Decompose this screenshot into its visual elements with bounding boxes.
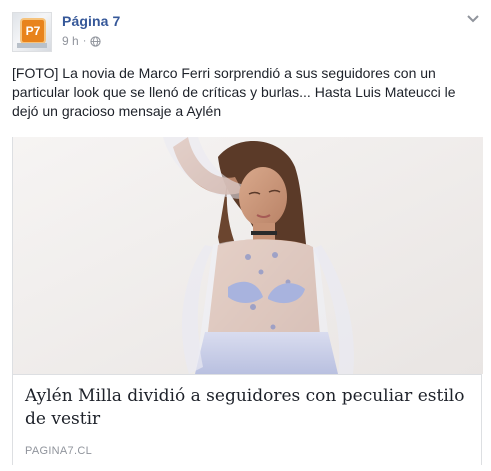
link-preview-image[interactable] — [13, 137, 483, 374]
meta-separator: · — [82, 35, 87, 47]
post-message: [FOTO] La novia de Marco Ferri sorprendi… — [12, 65, 456, 119]
page-avatar[interactable]: P7 — [12, 12, 52, 52]
page-name-link[interactable]: Página 7 — [62, 13, 120, 29]
chevron-down-icon[interactable] — [466, 14, 480, 24]
globe-icon[interactable] — [90, 35, 101, 47]
page-logo: P7 — [22, 20, 44, 42]
link-title[interactable]: Aylén Milla dividió a seguidores con pec… — [25, 385, 471, 431]
facebook-post: P7 Página 7 9 h · [FOTO] La novia de Mar… — [0, 0, 491, 471]
link-preview-card[interactable]: Aylén Milla dividió a seguidores con pec… — [12, 137, 483, 466]
post-timestamp[interactable]: 9 h — [62, 34, 79, 48]
woman-photo — [13, 137, 483, 374]
link-preview-info[interactable]: Aylén Milla dividió a seguidores con pec… — [13, 374, 481, 466]
post-meta: 9 h · — [62, 34, 101, 48]
link-domain: PAGINA7.CL — [25, 445, 92, 457]
